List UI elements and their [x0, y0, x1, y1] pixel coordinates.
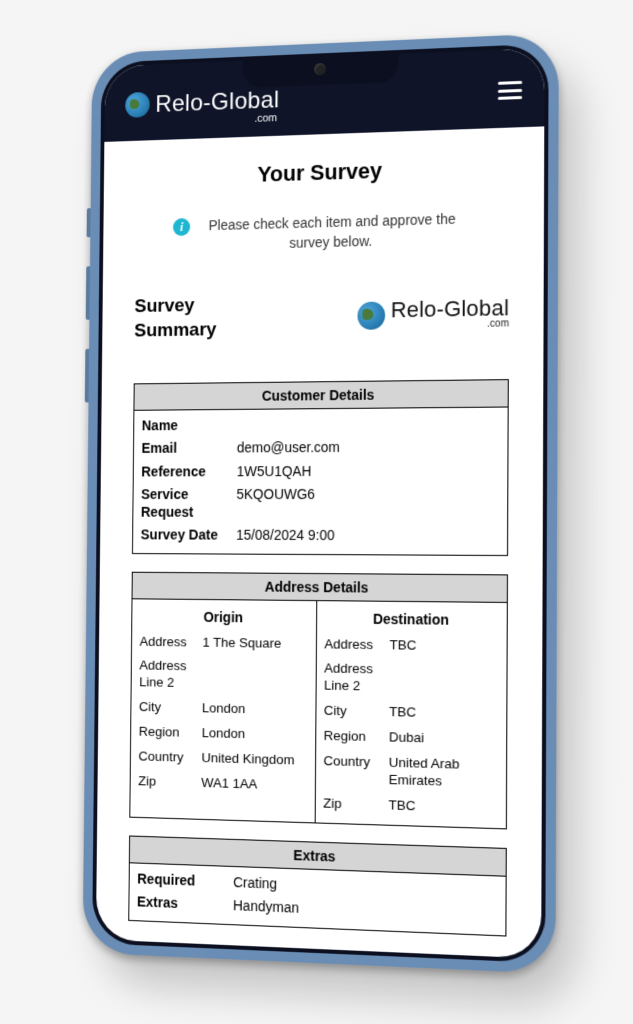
destination-heading: Destination	[324, 605, 498, 634]
address-details-table: Address Details Origin Address1 The Squa…	[129, 571, 508, 829]
customer-details-table: Customer Details NameEmaildemo@user.comR…	[131, 379, 508, 556]
address-row-label: Address Line 2	[139, 658, 202, 693]
origin-rows: Address1 The SquareAddress Line 2CityLon…	[138, 630, 308, 799]
address-row: AddressTBC	[324, 632, 498, 660]
address-row-label: Region	[138, 724, 201, 742]
address-row-label: Country	[323, 753, 388, 772]
address-row: CountryUnited Arab Emirates	[323, 749, 498, 796]
table-row: Survey Date15/08/2024 9:00	[140, 524, 498, 549]
row-label: Name	[141, 416, 236, 434]
address-row-label: City	[138, 699, 201, 717]
globe-icon	[357, 301, 385, 329]
summary-header: Survey Summary Relo-Global .com	[134, 288, 509, 344]
row-label: Reference	[141, 463, 237, 481]
address-row-value: TBC	[389, 704, 498, 723]
summary-title-line2: Summary	[134, 319, 216, 341]
info-icon: i	[172, 218, 189, 236]
row-label: Required	[137, 870, 233, 891]
origin-column: Origin Address1 The SquareAddress Line 2…	[130, 599, 316, 822]
address-row: ZipTBC	[323, 791, 498, 821]
table-row: Name	[141, 411, 499, 437]
address-row-label: Address	[139, 633, 202, 651]
table-row: Service Request5KQOUWG6	[140, 483, 498, 525]
menu-icon[interactable]	[497, 81, 521, 100]
address-row-label: Zip	[138, 773, 201, 792]
address-row-value: United Kingdom	[201, 750, 306, 770]
screen: Relo-Global .com Your Survey i Please ch…	[95, 48, 544, 959]
summary-title: Survey Summary	[134, 294, 217, 344]
address-row-label: Address Line 2	[323, 661, 388, 696]
row-label: Survey Date	[140, 527, 236, 545]
address-row-label: Zip	[323, 795, 388, 814]
summary-title-line1: Survey	[134, 295, 194, 317]
address-row-value: TBC	[388, 797, 497, 817]
customer-details-body: NameEmaildemo@user.comReference1W5U1QAHS…	[132, 407, 507, 554]
address-row-label: Address	[324, 636, 389, 654]
address-row-value: 1 The Square	[202, 634, 307, 652]
address-row: CityLondon	[138, 695, 306, 723]
address-row: Address Line 2	[323, 657, 498, 702]
address-details-heading: Address Details	[132, 572, 506, 602]
destination-column: Destination AddressTBCAddress Line 2City…	[315, 601, 507, 828]
page-content: Your Survey i Please check each item and…	[95, 126, 543, 958]
address-row-value: Dubai	[388, 729, 497, 749]
address-row-value	[389, 662, 498, 664]
globe-icon	[125, 92, 150, 118]
summary-brand: Relo-Global .com	[357, 297, 509, 332]
customer-details-heading: Customer Details	[134, 380, 507, 411]
row-value	[237, 414, 499, 416]
phone-notch	[242, 50, 398, 88]
row-value: demo@user.com	[236, 438, 499, 457]
row-value: 15/08/2024 9:00	[236, 527, 499, 546]
extras-body: RequiredCratingExtrasHandyman	[129, 863, 505, 935]
address-row-label: Region	[323, 728, 388, 747]
summary-brand-name: Relo-Global	[390, 297, 509, 321]
table-row: Emaildemo@user.com	[141, 435, 499, 460]
phone-mockup: Relo-Global .com Your Survey i Please ch…	[82, 33, 558, 974]
address-row: Address1 The Square	[139, 630, 307, 657]
address-row-label: Country	[138, 748, 201, 766]
brand-logo[interactable]: Relo-Global .com	[125, 87, 279, 130]
address-row: ZipWA1 1AA	[138, 769, 307, 799]
row-label: Email	[141, 440, 236, 458]
row-label: Extras	[136, 893, 232, 914]
info-banner: i Please check each item and approve the…	[135, 208, 510, 257]
address-row-value: London	[201, 725, 306, 744]
address-row: CityTBC	[323, 699, 498, 728]
address-row-value: TBC	[389, 637, 498, 656]
row-label: Service Request	[140, 486, 236, 521]
destination-rows: AddressTBCAddress Line 2CityTBCRegionDub…	[323, 632, 498, 822]
address-row-label: City	[323, 703, 388, 721]
address-row-value: London	[201, 700, 306, 719]
row-value: 5KQOUWG6	[236, 486, 499, 504]
page-title: Your Survey	[135, 154, 509, 192]
address-row: Address Line 2	[139, 654, 307, 698]
address-row-value: United Arab Emirates	[388, 755, 497, 792]
origin-heading: Origin	[139, 603, 307, 632]
row-value: 1W5U1QAH	[236, 462, 499, 480]
address-row-value	[202, 659, 307, 661]
table-row: Reference1W5U1QAH	[141, 459, 499, 483]
address-row-value: WA1 1AA	[201, 775, 306, 795]
info-text: Please check each item and approve the s…	[195, 209, 469, 255]
extras-table: Extras RequiredCratingExtrasHandyman	[128, 835, 506, 936]
